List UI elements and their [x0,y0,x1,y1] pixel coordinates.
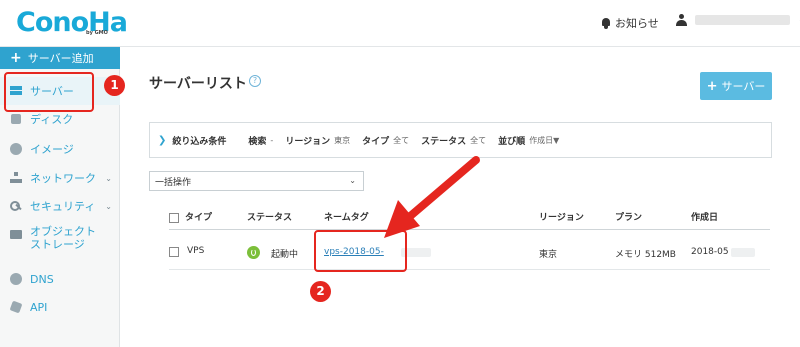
key-icon [10,200,22,212]
page-title: サーバーリスト [149,76,247,92]
cell-status: 起動中 [271,250,299,260]
add-server-button[interactable]: + サーバー追加 [0,47,120,69]
chevron-right-icon: ❯ [158,134,167,146]
label-line2: ストレージ [30,238,85,251]
dns-icon [10,273,22,285]
user-icon [676,14,687,26]
globe-icon [10,143,22,155]
redacted-text [731,248,755,257]
api-icon [10,301,22,313]
chevron-down-icon: ⌄ [349,176,356,185]
header-divider [169,229,770,230]
select-all-checkbox[interactable] [169,213,179,223]
filter-search-label: 検索 [248,136,267,147]
power-icon [247,246,260,259]
column-header-created[interactable]: 作成日 [691,210,718,223]
sidebar-item-network[interactable]: ネットワーク ⌄ [0,164,120,192]
sidebar-item-api[interactable]: API [0,293,120,321]
annotation-arrow [384,156,480,238]
filter-bar[interactable]: ❯ 絞り込み条件 検索 - リージョン 東京 タイプ 全て ステータス 全て 並… [149,122,772,158]
sidebar-item-label: ディスク [30,113,74,126]
filter-sort-value[interactable]: 作成日▼ [529,135,559,146]
conoha-logo[interactable]: ConoHa [16,7,128,38]
cell-created: 2018-05 [691,247,729,257]
cell-region: 東京 [539,250,558,260]
user-menu[interactable]: ⌄ [676,14,800,26]
column-header-type[interactable]: タイプ [185,210,212,223]
sidebar-item-label: ネットワーク [30,172,96,185]
annotation-step-1-badge: 1 [104,75,125,96]
sidebar-item-label: API [30,300,48,314]
add-server-label: サーバー追加 [27,52,94,65]
add-server-top-label: サーバー [721,80,766,93]
filter-type-label: タイプ [362,136,390,147]
folder-icon [10,228,22,240]
annotation-highlight-server-menu [4,72,94,112]
network-icon [10,172,22,184]
sidebar-item-image[interactable]: イメージ [0,135,120,163]
notice-label: お知らせ [615,17,659,30]
row-checkbox[interactable] [169,247,179,257]
sidebar-item-label: オブジェクト ストレージ [30,225,96,251]
logo-subtext: by GMO [86,30,108,36]
notice-link[interactable]: お知らせ [601,15,659,31]
add-server-top-button[interactable]: + サーバー [700,72,772,100]
sidebar-item-dns[interactable]: DNS [0,265,120,293]
column-header-status[interactable]: ステータス [247,210,292,223]
bulk-action-value: 一括操作 [155,177,192,188]
sidebar-item-label: DNS [30,272,54,286]
cell-plan: メモリ 512MB [615,250,676,260]
top-header: ConoHa by GMO お知らせ ⌄ [0,0,800,47]
bulk-action-select[interactable]: 一括操作 ⌄ [149,171,364,191]
chevron-down-icon: ⌄ [105,201,112,211]
label-line1: オブジェクト [30,225,96,238]
disk-icon [10,113,22,125]
sidebar-item-label: セキュリティ [30,200,96,213]
filter-search-value[interactable]: - [270,136,273,145]
help-icon[interactable]: ? [249,75,261,87]
filter-status-value[interactable]: 全て [470,135,486,146]
column-header-region[interactable]: リージョン [539,210,584,223]
filter-type-value[interactable]: 全て [393,135,409,146]
column-header-name-tag[interactable]: ネームタグ [324,210,369,223]
filter-status-label: ステータス [421,136,467,147]
annotation-highlight-server-link [314,230,407,272]
bell-icon [601,17,611,29]
column-header-plan[interactable]: プラン [615,210,642,223]
username-redacted [695,15,790,25]
sidebar-item-object-storage[interactable]: オブジェクト ストレージ [0,225,120,259]
annotation-step-2-badge: 2 [310,281,331,302]
plus-icon: + [706,78,718,94]
sidebar-item-security[interactable]: セキュリティ ⌄ [0,192,120,220]
filter-region-label: リージョン [285,136,331,147]
filter-region-value[interactable]: 東京 [334,135,350,146]
row-divider [169,269,770,270]
cell-type: VPS [187,246,205,256]
chevron-down-icon: ⌄ [105,173,112,183]
filter-label: 絞り込み条件 [172,136,227,147]
filter-sort-label: 並び順 [498,136,526,147]
sidebar-item-label: イメージ [30,143,74,156]
plus-icon: + [10,50,22,66]
